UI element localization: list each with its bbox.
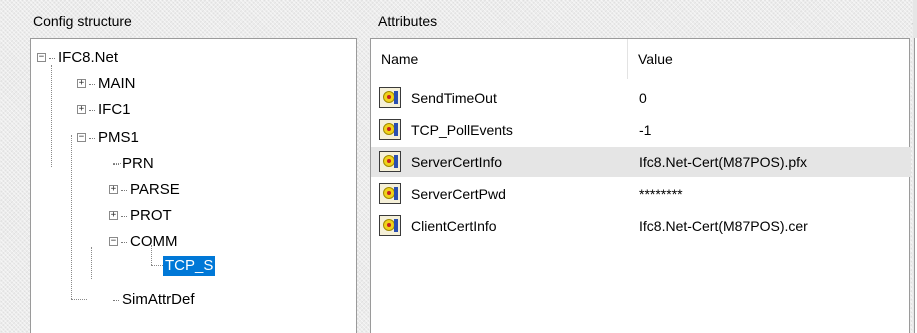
attribute-value: Ifc8.Net-Cert(M87POS).pfx [639, 154, 808, 170]
minus-box-icon[interactable]: − [77, 133, 86, 142]
tree-node-label: PMS1 [98, 129, 139, 146]
plus-box-icon[interactable]: + [109, 185, 118, 194]
tree-line [121, 189, 127, 191]
plus-box-icon[interactable]: + [77, 105, 86, 114]
attribute-name: ClientCertInfo [411, 218, 497, 234]
plus-box-icon[interactable]: + [109, 211, 118, 220]
tree-node-simattrdef[interactable]: SimAttrDef [113, 289, 197, 311]
tree-node-label: PRN [122, 155, 154, 172]
plus-box-icon[interactable]: + [77, 79, 86, 88]
tree-node-ifc1[interactable]: IFC1 [89, 99, 133, 121]
column-header-value[interactable]: Value [628, 39, 908, 79]
tree-node-label: IFC8.Net [58, 49, 119, 66]
tree-node-label: IFC1 [98, 101, 131, 118]
column-header-name[interactable]: Name [371, 39, 627, 79]
attribute-value: Ifc8.Net-Cert(M87POS).cer [639, 218, 808, 234]
minus-box-icon[interactable]: − [37, 53, 46, 62]
tree-node-root[interactable]: IFC8.Net [49, 47, 120, 69]
tree-line [121, 215, 127, 217]
attributes-title: Attributes [378, 13, 438, 29]
tree-node-label: PARSE [130, 181, 180, 198]
tree-node-comm[interactable]: COMM [121, 231, 180, 253]
tree-line [113, 299, 119, 301]
config-structure-title: Config structure [33, 13, 132, 29]
tree-line [121, 241, 127, 243]
tree-line [89, 83, 95, 85]
tree-line [151, 265, 163, 266]
tree-node-prot[interactable]: PROT [121, 205, 174, 227]
attribute-row[interactable]: ServerCertInfo Ifc8.Net-Cert(M87POS).pfx [371, 147, 911, 177]
attribute-icon [379, 215, 401, 236]
tree-line [71, 299, 87, 300]
attribute-icon-part [394, 91, 398, 104]
tree-node-tcp-s[interactable]: TCP_S [163, 255, 216, 277]
attribute-value: ******** [639, 186, 683, 202]
attributes-list[interactable]: Name Value SendTimeOut 0 TCP_PollEvents -1 S… [370, 38, 911, 333]
tree-node-label: MAIN [98, 75, 136, 92]
tree-line [51, 65, 52, 167]
tree-node-label: COMM [130, 233, 178, 250]
tree-node-label: SimAttrDef [122, 291, 195, 308]
attribute-icon [379, 87, 401, 108]
attribute-value: -1 [639, 122, 652, 138]
attribute-name: TCP_PollEvents [411, 122, 513, 138]
tree-node-label: PROT [130, 207, 172, 224]
attribute-icon-part [394, 155, 398, 168]
tree-line [113, 163, 119, 165]
tree-node-prn[interactable]: PRN [113, 153, 156, 175]
attribute-icon-part [394, 187, 398, 200]
tree-node-parse[interactable]: PARSE [121, 179, 182, 201]
tree-line [91, 247, 92, 279]
config-tree[interactable]: − IFC8.Net + MAIN + IFC1 − PMS1 PRN + PA… [30, 38, 357, 333]
attribute-row[interactable]: ServerCertPwd ******** [371, 179, 911, 209]
attribute-icon-part [394, 123, 398, 136]
attribute-icon-part [394, 219, 398, 232]
attribute-icon [379, 119, 401, 140]
tree-line [49, 57, 55, 59]
tree-node-pms1[interactable]: PMS1 [89, 127, 141, 149]
tree-line [89, 137, 95, 139]
attribute-icon [379, 151, 401, 172]
tree-line [71, 135, 72, 299]
attribute-row[interactable]: SendTimeOut 0 [371, 83, 911, 113]
tree-line [89, 109, 95, 111]
attribute-name: ServerCertInfo [411, 154, 503, 170]
attribute-name: SendTimeOut [411, 90, 497, 106]
attribute-row[interactable]: ClientCertInfo Ifc8.Net-Cert(M87POS).cer [371, 211, 911, 241]
minus-box-icon[interactable]: − [109, 237, 118, 246]
tree-node-main[interactable]: MAIN [89, 73, 138, 95]
attribute-name: ServerCertPwd [411, 186, 506, 202]
attribute-row[interactable]: TCP_PollEvents -1 [371, 115, 911, 145]
attribute-icon [379, 183, 401, 204]
attribute-value: 0 [639, 90, 647, 106]
tree-node-label: TCP_S [163, 256, 216, 276]
